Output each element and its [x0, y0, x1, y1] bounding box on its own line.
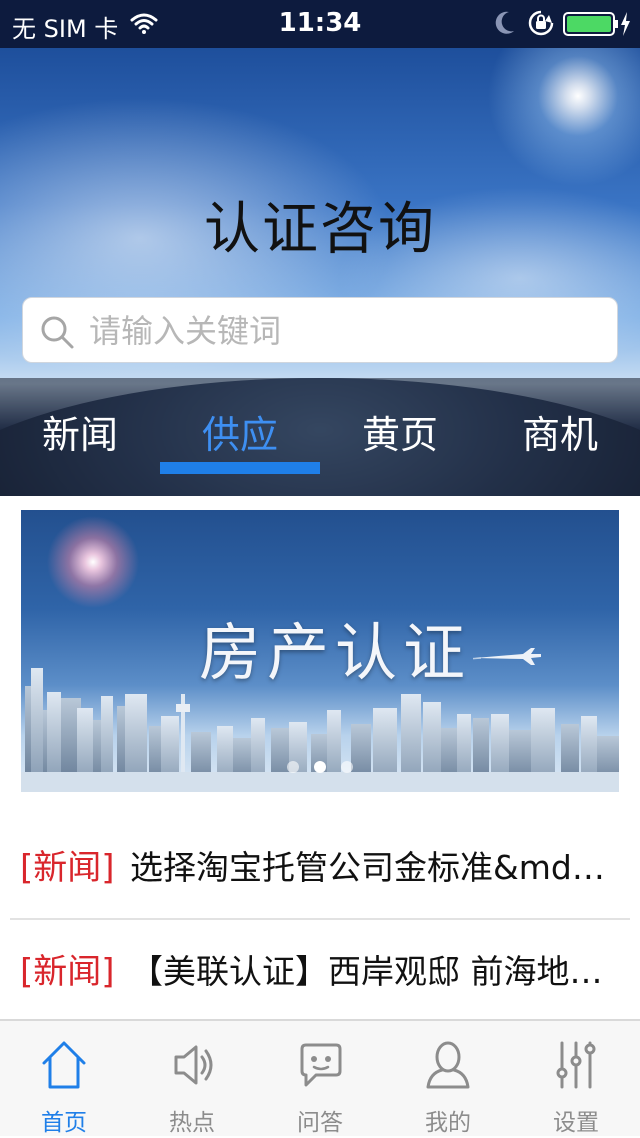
tab-news-label: 新闻 — [41, 413, 118, 457]
moon-icon — [495, 11, 514, 34]
list-divider — [10, 918, 630, 920]
tabbar-qa-label: 问答 — [297, 1110, 343, 1136]
tab-yellow-pages-label: 黄页 — [361, 413, 438, 457]
carousel-dots — [21, 758, 619, 777]
tabbar-settings-label: 设置 — [553, 1110, 599, 1136]
tabbar-profile-label: 我的 — [425, 1110, 471, 1136]
carousel-dot[interactable] — [341, 761, 354, 773]
chat-bubble-icon — [300, 1043, 342, 1087]
header-banner: 认证咨询 新闻 供应 黄页 商机 — [0, 48, 640, 496]
tab-business-label: 商机 — [521, 413, 598, 457]
carousel-dot[interactable] — [286, 761, 299, 773]
category-tabs: 新闻 供应 黄页 商机 — [0, 378, 640, 496]
carrier-label: 无 SIM 卡 — [12, 15, 119, 43]
tabbar-hot[interactable]: 热点 — [128, 1021, 256, 1138]
tabbar-home[interactable]: 首页 — [0, 1021, 128, 1138]
tab-yellow-pages[interactable]: 黄页 — [320, 378, 480, 496]
news-list-item[interactable]: [新闻] 【美联认证】西岸观邸 前海地铁… — [0, 922, 640, 1022]
tabbar-hot-label: 热点 — [169, 1110, 215, 1136]
page-title: 认证咨询 — [204, 197, 436, 262]
tabbar-settings[interactable]: 设置 — [512, 1021, 640, 1138]
search-icon — [41, 316, 74, 349]
speaker-icon — [174, 1045, 213, 1085]
search-bar[interactable] — [22, 297, 618, 363]
city-skyline-graphic — [21, 668, 619, 792]
tabbar-home-label: 首页 — [41, 1110, 87, 1136]
news-title: 【美联认证】西岸观邸 前海地铁… — [130, 952, 620, 991]
tab-active-indicator — [160, 462, 320, 474]
tab-supply[interactable]: 供应 — [160, 378, 320, 496]
tab-business[interactable]: 商机 — [480, 378, 640, 496]
charging-bolt-icon — [621, 12, 630, 36]
tab-news[interactable]: 新闻 — [0, 378, 160, 496]
rotation-lock-icon — [528, 10, 554, 36]
bottom-tab-bar: 首页 热点 问答 我的 设置 — [0, 1019, 640, 1136]
news-list-item[interactable]: [新闻] 选择淘宝托管公司金标准&mdas… — [0, 818, 640, 918]
carousel-dot-active[interactable] — [314, 761, 326, 773]
search-input[interactable] — [87, 308, 601, 354]
tab-supply-label: 供应 — [201, 413, 278, 457]
home-icon — [42, 1041, 86, 1089]
tabbar-profile[interactable]: 我的 — [384, 1021, 512, 1138]
tabbar-qa[interactable]: 问答 — [256, 1021, 384, 1138]
battery-icon — [563, 12, 630, 36]
status-bar: 无 SIM 卡 11:34 — [0, 0, 640, 48]
news-tag: [新闻] — [20, 952, 115, 992]
wifi-icon — [130, 13, 158, 34]
banner-carousel[interactable]: 房产认证 — [21, 510, 619, 792]
user-icon — [426, 1041, 470, 1089]
news-tag: [新闻] — [20, 848, 115, 888]
news-title: 选择淘宝托管公司金标准&mdas… — [130, 848, 620, 887]
sliders-icon — [556, 1041, 596, 1089]
